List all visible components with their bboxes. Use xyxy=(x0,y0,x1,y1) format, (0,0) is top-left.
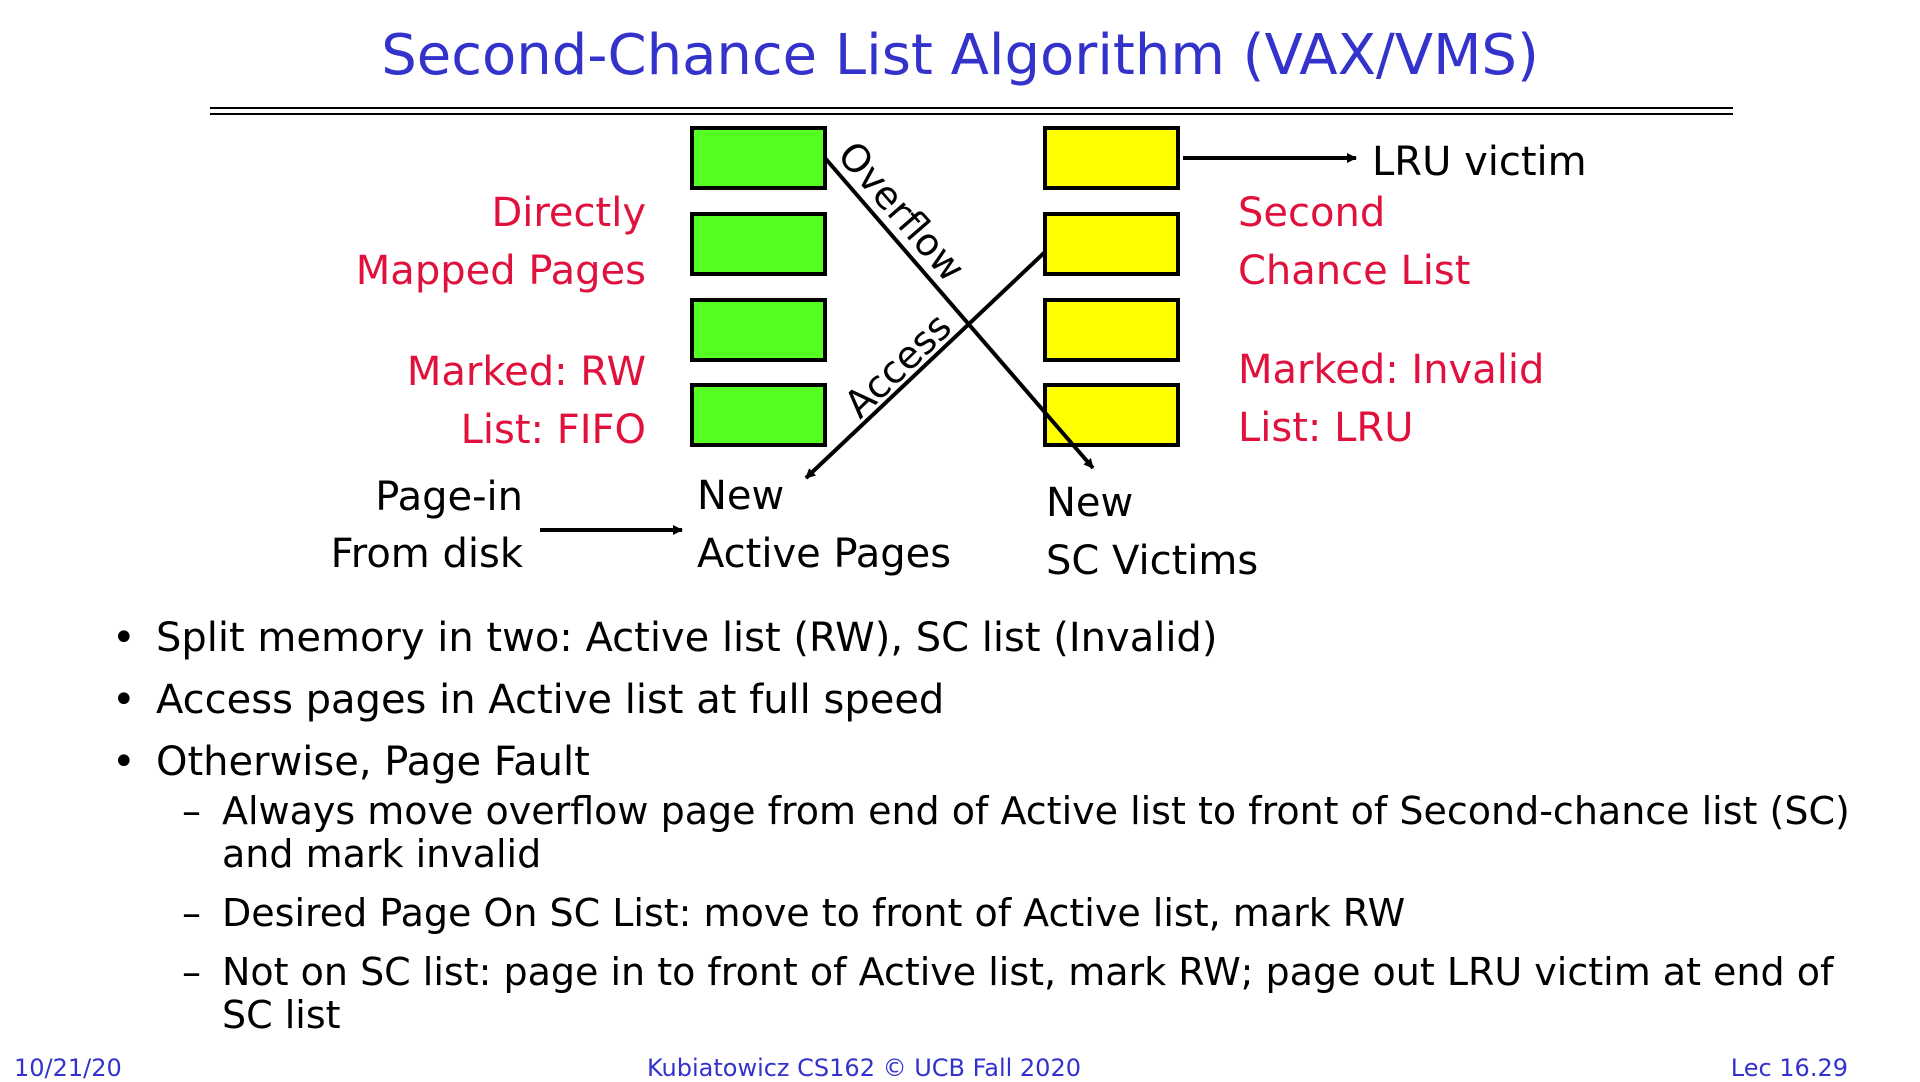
page-in-label-line1: Page-in xyxy=(375,474,523,520)
bullet-text: Access pages in Active list at full spee… xyxy=(156,677,945,723)
sc-page-box xyxy=(1043,212,1180,276)
bullet-item: • Split memory in two: Active list (RW),… xyxy=(112,618,1872,658)
overflow-label: Overflow xyxy=(829,133,974,290)
active-page-box xyxy=(690,298,827,362)
lru-victim-label: LRU victim xyxy=(1372,139,1587,185)
active-label-line1: Directly xyxy=(491,190,646,236)
sc-list-type-label: List: LRU xyxy=(1238,405,1414,451)
sub-bullet-item: – Desired Page On SC List: move to front… xyxy=(182,892,1872,935)
bullet-dot: • xyxy=(112,615,136,661)
active-label-line2: Mapped Pages xyxy=(355,248,646,294)
sub-bullet-item: – Not on SC list: page in to front of Ac… xyxy=(182,951,1872,1037)
sc-page-box xyxy=(1043,298,1180,362)
bullet-dot: • xyxy=(112,677,136,723)
sc-list xyxy=(1043,126,1180,447)
sub-bullet-text: Desired Page On SC List: move to front o… xyxy=(222,891,1406,935)
new-active-label-line2: Active Pages xyxy=(697,531,952,577)
page-in-label-line2: From disk xyxy=(330,531,523,577)
sub-bullet-item: – Always move overflow page from end of … xyxy=(182,790,1872,876)
access-label: Access xyxy=(836,304,960,426)
active-list xyxy=(690,126,827,447)
new-active-label-line1: New xyxy=(697,473,785,519)
footer-page-number: Lec 16.29 xyxy=(1730,1054,1848,1082)
footer-center: Kubiatowicz CS162 © UCB Fall 2020 xyxy=(646,1054,1081,1082)
active-marked-label: Marked: RW xyxy=(406,349,646,395)
bullet-text: Split memory in two: Active list (RW), S… xyxy=(156,615,1218,661)
bullet-item: • Otherwise, Page Fault xyxy=(112,742,1872,782)
sub-bullet-text: Not on SC list: page in to front of Acti… xyxy=(222,950,1834,1037)
active-page-box xyxy=(690,126,827,190)
second-chance-diagram: Overflow Access xyxy=(540,126,1357,535)
dash-mark: – xyxy=(182,950,201,994)
active-list-type-label: List: FIFO xyxy=(460,407,646,453)
sc-label-line2: Chance List xyxy=(1238,248,1471,294)
active-page-box xyxy=(690,212,827,276)
new-sc-label-line1: New xyxy=(1046,480,1134,526)
dash-mark: – xyxy=(182,789,201,833)
new-sc-label-line2: SC Victims xyxy=(1046,538,1259,584)
bullet-text: Otherwise, Page Fault xyxy=(156,739,590,785)
sub-bullet-text: Always move overflow page from end of Ac… xyxy=(222,789,1850,876)
dash-mark: – xyxy=(182,891,201,935)
bullet-item: • Access pages in Active list at full sp… xyxy=(112,680,1872,720)
bullet-list: • Split memory in two: Active list (RW),… xyxy=(112,618,1872,1053)
sc-label-line1: Second xyxy=(1238,190,1386,236)
sub-bullet-list: – Always move overflow page from end of … xyxy=(112,790,1872,1037)
sc-page-box xyxy=(1043,126,1180,190)
bullet-dot: • xyxy=(112,739,136,785)
active-page-box xyxy=(690,383,827,447)
sc-marked-label: Marked: Invalid xyxy=(1238,347,1545,393)
